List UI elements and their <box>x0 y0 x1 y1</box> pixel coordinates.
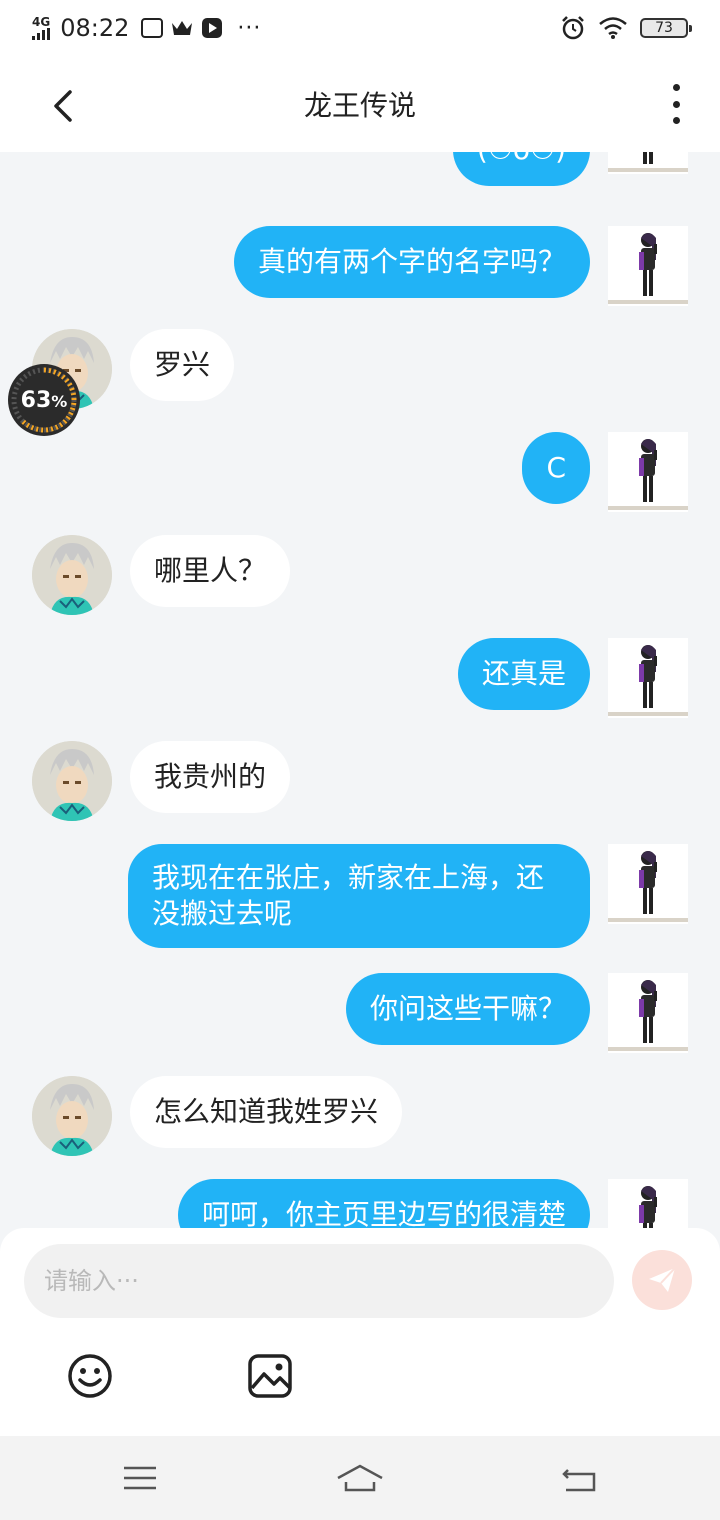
message-list[interactable]: (☉o☉) 真的有两个字的名字吗？ 罗兴 C 哪里人？ 还真是 我贵州的 我现在… <box>0 152 720 1228</box>
my-avatar[interactable] <box>608 226 688 306</box>
message-bubble-out[interactable]: 你问这些干嘛？ <box>345 973 590 1045</box>
status-left: 4G 08:22 ··· <box>32 14 261 42</box>
message-bubble-in[interactable]: 怎么知道我姓罗兴 <box>130 1076 403 1148</box>
message-bubble-out[interactable]: (☉o☉) <box>452 152 590 186</box>
battery-level: 73 <box>655 20 673 36</box>
smiley-icon[interactable] <box>66 1352 114 1400</box>
my-avatar[interactable] <box>608 152 688 174</box>
crown-icon <box>172 21 193 35</box>
paper-plane-icon <box>649 1267 676 1292</box>
contact-avatar[interactable] <box>32 1076 112 1156</box>
message-bubble-out[interactable]: 呵呵，你主页里边写的很清楚 <box>177 1179 590 1228</box>
notification-news-icon <box>141 18 164 38</box>
back-icon[interactable] <box>560 1458 600 1498</box>
contact-avatar[interactable] <box>32 535 112 615</box>
my-avatar[interactable] <box>608 432 688 512</box>
message-bubble-out[interactable]: 我现在在张庄，新家在上海，还没搬过去呢 <box>128 844 590 948</box>
message-input[interactable] <box>24 1244 614 1318</box>
status-right: 73 <box>560 15 692 41</box>
signal-icon <box>32 28 50 40</box>
wifi-icon <box>599 17 627 39</box>
contact-avatar[interactable] <box>32 741 112 821</box>
system-navigation <box>0 1436 720 1520</box>
image-icon[interactable] <box>246 1352 294 1400</box>
menu-icon[interactable] <box>120 1458 160 1498</box>
progress-value: 63% <box>20 387 68 413</box>
composer <box>0 1228 720 1436</box>
video-icon <box>202 18 223 38</box>
progress-badge[interactable]: 63% <box>8 364 80 436</box>
network-type: 4G <box>32 15 51 29</box>
network-indicator: 4G <box>32 16 50 40</box>
alarm-icon <box>562 16 584 40</box>
more-notifications: ··· <box>237 15 262 41</box>
my-avatar[interactable] <box>608 973 688 1053</box>
my-avatar[interactable] <box>608 844 688 924</box>
back-arrow-icon[interactable] <box>44 86 84 126</box>
message-bubble-in[interactable]: 罗兴 <box>130 329 235 401</box>
message-bubble-in[interactable]: 我贵州的 <box>130 741 291 813</box>
message-bubble-in[interactable]: 哪里人？ <box>130 535 291 607</box>
battery-icon: 73 <box>640 18 692 38</box>
status-bar: 4G 08:22 ··· 73 <box>0 0 720 56</box>
more-options-icon[interactable] <box>668 84 684 124</box>
my-avatar[interactable] <box>608 638 688 718</box>
chat-title: 龙王传说 <box>303 89 416 122</box>
my-avatar[interactable] <box>608 1179 688 1228</box>
chat-header: 龙王传说 <box>0 56 720 152</box>
clock: 08:22 <box>60 14 130 42</box>
home-icon[interactable] <box>336 1458 384 1498</box>
message-bubble-out[interactable]: C <box>522 432 590 504</box>
message-bubble-out[interactable]: 还真是 <box>457 638 590 710</box>
send-button[interactable] <box>632 1250 692 1310</box>
message-bubble-out[interactable]: 真的有两个字的名字吗？ <box>233 226 590 298</box>
